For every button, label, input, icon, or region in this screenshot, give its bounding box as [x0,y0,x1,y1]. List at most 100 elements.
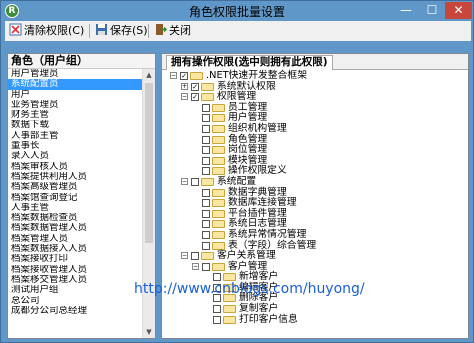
minimize-button[interactable]: — [393,2,419,19]
scroll-down-icon[interactable]: ▼ [143,326,155,338]
permission-checkbox[interactable] [213,305,221,314]
close-label: 关闭 [169,24,191,37]
tree-node[interactable]: 岗位管理 [162,145,456,156]
role-list-item[interactable]: 总公司 [8,296,144,306]
collapse-icon[interactable]: − [181,93,188,101]
permission-checkbox[interactable] [202,230,210,239]
close-window-button[interactable]: ✕ [445,2,472,19]
permission-checkbox[interactable] [202,167,210,176]
tree-node[interactable]: 用户管理 [162,113,456,124]
role-list-item[interactable]: 档案提供利用人员 [8,172,144,182]
tree-node-label: 权限管理 [217,91,257,103]
tree-node[interactable]: 模块管理 [162,155,456,167]
permission-checkbox[interactable] [202,156,210,165]
role-list-item[interactable]: 档案数据检查员 [8,213,144,223]
main-window: R 角色权限批量设置 — ☐ ✕ 清除权限(C) 保存(S) 关闭 角色（用户组… [0,0,474,343]
permissions-tabbar: 拥有操作权限(选中则拥有此权限) [162,54,468,70]
role-list-item[interactable]: 财务主管 [8,110,144,120]
tree-node[interactable]: 数据库连接管理 [162,198,456,209]
tree-node[interactable]: 操作权限定义 [162,166,456,177]
tree-node[interactable]: 组织机构管理 [162,123,456,135]
role-list-item[interactable]: 档案馆查询登记 [8,193,144,203]
close-button[interactable]: 关闭 [154,23,191,39]
role-list-item[interactable]: 人事部主管 [8,131,144,141]
role-list-item[interactable]: 人事主管 [8,203,144,213]
scroll-up-icon[interactable]: ▲ [143,69,155,81]
folder-icon [212,103,225,112]
tree-node[interactable]: 系统异常情况管理 [162,228,456,241]
tree-node-label: 系统异常情况管理 [228,228,307,240]
clear-icon [9,23,22,36]
folder-icon [212,124,225,133]
permission-checkbox[interactable] [202,146,210,155]
permission-checkbox[interactable] [202,220,210,229]
permission-checkbox[interactable] [202,103,210,112]
role-list-item[interactable]: 档案管理人员 [8,234,144,244]
collapse-icon[interactable]: − [170,72,177,79]
role-list-item[interactable]: 系统配置员 [8,79,144,90]
role-list-item[interactable]: 录入人员 [8,151,144,161]
permission-checkbox[interactable] [202,209,210,218]
tree-node-label: 操作权限定义 [228,165,287,177]
permission-checkbox[interactable] [202,241,210,250]
role-list-item[interactable]: 数据下载 [8,120,144,130]
folder-icon [212,241,225,250]
tree-node[interactable]: 平台插件管理 [162,208,456,220]
permission-checkbox[interactable] [202,199,210,208]
expand-icon[interactable]: + [181,82,188,90]
title-bar[interactable]: R 角色权限批量设置 — ☐ ✕ [1,1,473,21]
role-list-item[interactable]: 档案数据管理人员 [8,223,144,233]
permission-checkbox[interactable] [213,315,221,324]
permission-checkbox[interactable]: ✓ [191,82,199,91]
tree-node[interactable]: − ✓ .NET快速开发整合框架 [162,71,456,82]
tree-node[interactable]: 数据字典管理 [162,187,456,199]
scroll-thumb[interactable] [145,83,153,243]
save-button[interactable]: 保存(S) [95,23,148,39]
permission-checkbox[interactable] [202,114,210,123]
toolbar-divider [89,24,90,38]
tree-node[interactable]: 系统日志管理 [162,219,456,230]
roles-scrollbar[interactable]: ▲ ▼ [142,69,155,338]
tree-node[interactable]: 打印客户信息 [162,313,456,326]
tree-node[interactable]: + ✓ 系统默认权限 [162,81,456,93]
permission-checkbox[interactable] [191,177,199,186]
role-list-item[interactable]: 成都分公司总经理 [8,306,144,316]
tree-node[interactable]: − 客户关系管理 [162,251,456,262]
permission-checkbox[interactable] [202,135,210,144]
tab-permissions[interactable]: 拥有操作权限(选中则拥有此权限) [166,55,333,70]
role-list-item[interactable]: 档案接收打印 [8,254,144,264]
tree-node[interactable]: − 系统配置 [162,176,456,188]
collapse-icon[interactable]: − [181,252,188,260]
tree-node[interactable]: − 客户管理 [162,261,456,273]
collapse-icon[interactable]: − [192,262,199,270]
role-list-item[interactable]: 档案移交管理人员 [8,275,144,285]
permission-checkbox[interactable] [191,252,199,261]
role-list-item[interactable]: 档案高级管理员 [8,182,144,192]
tree-node[interactable]: 角色管理 [162,134,456,146]
role-list-item[interactable]: 档案审核人员 [8,162,144,172]
clear-permissions-button[interactable]: 清除权限(C) [9,23,84,39]
role-list-item[interactable]: 档案接收管理人员 [8,265,144,275]
folder-icon [201,93,214,102]
folder-icon [212,262,225,271]
tree-node[interactable]: 表（字段）综合管理 [162,240,456,252]
role-list-item[interactable]: 业务管理员 [8,100,144,110]
role-list-item[interactable]: 用户管理员 [8,69,144,79]
permission-checkbox[interactable] [202,262,210,271]
role-list-item[interactable]: 用户 [8,90,144,100]
tree-node[interactable]: 复制客户 [162,304,456,315]
role-list-item[interactable]: 测试用户组 [8,285,144,295]
tree-node-label: 复制客户 [239,303,279,315]
collapse-icon[interactable]: − [181,177,188,185]
role-list-item[interactable]: 档案数据接入人员 [8,244,144,254]
permission-checkbox[interactable]: ✓ [191,93,199,102]
tree-node[interactable]: 员工管理 [162,102,456,114]
roles-header: 角色（用户组） [8,54,155,69]
tree-node-label: 打印客户信息 [239,313,298,325]
permission-checkbox[interactable] [202,188,210,197]
permission-checkbox[interactable] [202,124,210,133]
role-list-item[interactable]: 董事长 [8,141,144,151]
maximize-button[interactable]: ☐ [419,2,445,19]
tree-node[interactable]: − ✓ 权限管理 [162,92,456,103]
permission-checkbox[interactable]: ✓ [180,72,188,80]
